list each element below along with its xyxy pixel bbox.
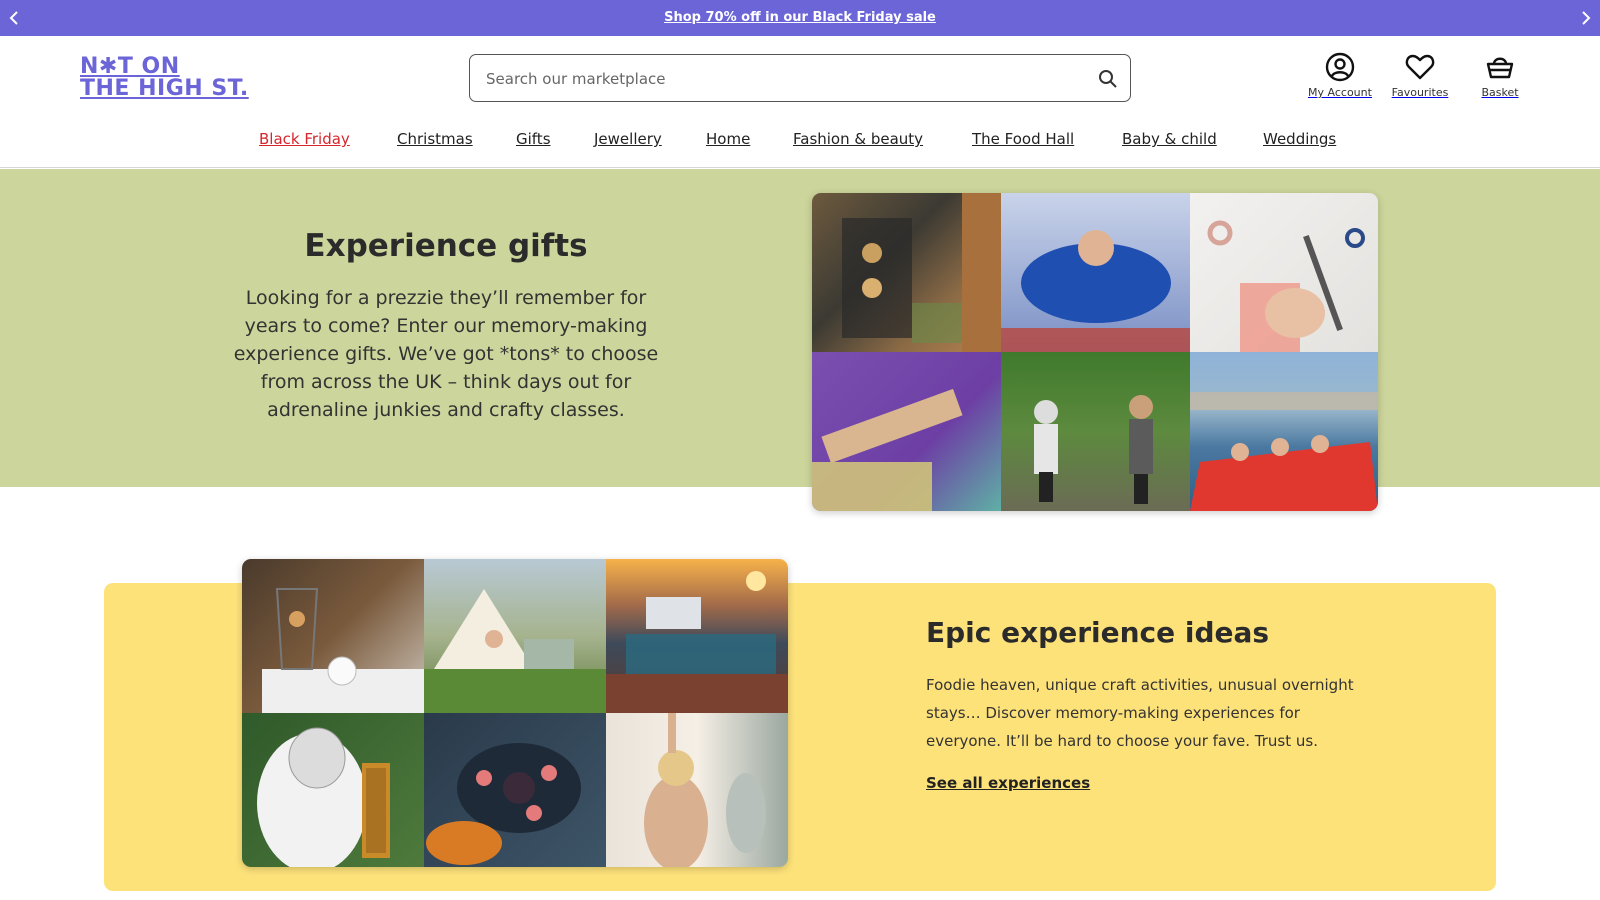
nav-christmas[interactable]: Christmas xyxy=(397,130,473,148)
segway-forest-image xyxy=(1001,352,1190,511)
search-box xyxy=(469,54,1131,102)
ring-making-image xyxy=(1190,193,1378,352)
favourites-button[interactable]: Favourites xyxy=(1385,52,1455,99)
basket-icon xyxy=(1486,57,1514,79)
nav-jewellery[interactable]: Jewellery xyxy=(594,130,662,148)
afternoon-tea-image xyxy=(812,193,1001,352)
yoga-class-image xyxy=(606,713,788,867)
nav-black-friday[interactable]: Black Friday xyxy=(259,130,350,148)
see-all-experiences-link[interactable]: See all experiences xyxy=(926,774,1090,792)
my-account-button[interactable]: My Account xyxy=(1300,52,1380,99)
heart-icon xyxy=(1405,54,1435,80)
logo[interactable]: N✱T ON THE HIGH ST. xyxy=(80,56,250,102)
sushi-platter-image xyxy=(424,713,606,867)
chevron-right-icon[interactable] xyxy=(1576,9,1594,27)
my-account-label: My Account xyxy=(1308,86,1372,99)
nav-home[interactable]: Home xyxy=(706,130,750,148)
experience-gifts-title: Experience gifts xyxy=(304,228,588,264)
main-nav: Black Friday Christmas Gifts Jewellery H… xyxy=(0,124,1600,168)
epic-experience-title: Epic experience ideas xyxy=(926,616,1270,649)
nav-gifts[interactable]: Gifts xyxy=(516,130,551,148)
rooftop-cinema-image xyxy=(606,559,788,713)
nav-food-hall[interactable]: The Food Hall xyxy=(972,130,1074,148)
beekeeping-image xyxy=(242,713,424,867)
indoor-skydiving-image xyxy=(1001,193,1190,352)
search-icon[interactable] xyxy=(1098,69,1118,89)
glamping-image xyxy=(424,559,606,713)
logo-line-1: N✱T ON xyxy=(80,54,180,79)
nav-fashion-beauty[interactable]: Fashion & beauty xyxy=(793,130,923,148)
speedboat-image xyxy=(1190,352,1378,511)
account-icon xyxy=(1325,52,1355,82)
basket-button[interactable]: Basket xyxy=(1465,52,1535,99)
afternoon-tea-service-image xyxy=(242,559,424,713)
promo-banner: Shop 70% off in our Black Friday sale xyxy=(0,0,1600,36)
promo-link[interactable]: Shop 70% off in our Black Friday sale xyxy=(0,10,1600,25)
search-input[interactable] xyxy=(486,67,1066,91)
nav-baby-child[interactable]: Baby & child xyxy=(1122,130,1217,148)
epic-experience-text: Foodie heaven, unique craft activities, … xyxy=(926,676,1354,750)
epic-experience-collage[interactable] xyxy=(242,559,788,867)
experience-gifts-text: Looking for a prezzie they’ll remember f… xyxy=(233,287,659,421)
favourites-label: Favourites xyxy=(1391,86,1449,99)
nav-weddings[interactable]: Weddings xyxy=(1263,130,1336,148)
yoga-stretch-image xyxy=(812,352,1001,511)
experience-gifts-collage[interactable] xyxy=(812,193,1378,511)
basket-label: Basket xyxy=(1481,86,1519,99)
logo-line-2: THE HIGH ST. xyxy=(80,76,249,101)
